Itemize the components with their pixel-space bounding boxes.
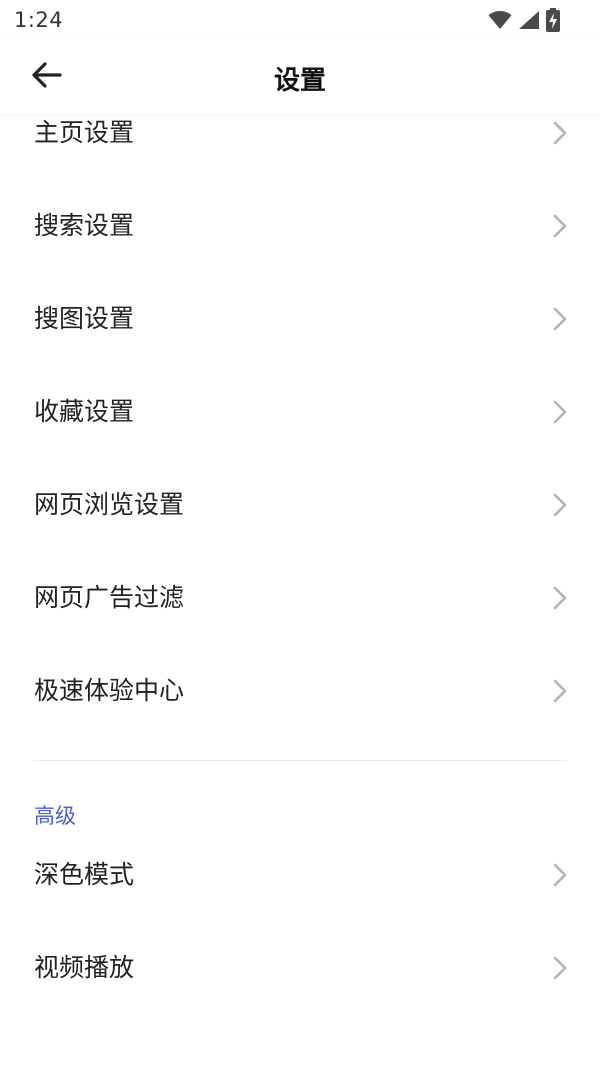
settings-item-label: 搜索设置 xyxy=(34,211,135,240)
chevron-right-icon xyxy=(553,863,567,887)
section-header-advanced: 高级 xyxy=(0,761,600,828)
chevron-right-icon xyxy=(553,493,567,517)
settings-item-label: 视频播放 xyxy=(34,953,135,982)
chevron-right-icon xyxy=(553,214,567,238)
settings-item-search[interactable]: 搜索设置 xyxy=(0,180,600,273)
settings-item-label: 收藏设置 xyxy=(34,397,135,426)
chevron-right-icon xyxy=(553,400,567,424)
settings-item-favorites[interactable]: 收藏设置 xyxy=(0,366,600,459)
status-time: 1:24 xyxy=(14,8,64,32)
settings-item-dark-mode[interactable]: 深色模式 xyxy=(0,823,600,916)
settings-item-browsing[interactable]: 网页浏览设置 xyxy=(0,459,600,552)
settings-list: 主页设置 搜索设置 搜图设置 收藏设置 网页浏览设置 网页广告过滤 极速体验中心… xyxy=(0,87,600,1009)
settings-item-image-search[interactable]: 搜图设置 xyxy=(0,273,600,366)
settings-item-label: 深色模式 xyxy=(34,860,135,889)
settings-item-label: 搜图设置 xyxy=(34,304,135,333)
chevron-right-icon xyxy=(553,679,567,703)
settings-item-video-playback[interactable]: 视频播放 xyxy=(0,916,600,1009)
signal-icon xyxy=(518,10,540,30)
chevron-right-icon xyxy=(553,586,567,610)
battery-charging-icon xyxy=(546,8,560,32)
settings-item-label: 极速体验中心 xyxy=(34,676,185,705)
wifi-icon xyxy=(488,10,512,30)
app-bar: 设置 xyxy=(0,40,600,114)
page-title: 设置 xyxy=(273,66,326,96)
chevron-right-icon xyxy=(553,956,567,980)
chevron-right-icon xyxy=(553,121,567,145)
settings-item-label: 网页浏览设置 xyxy=(34,490,185,519)
settings-item-ad-filter[interactable]: 网页广告过滤 xyxy=(0,552,600,645)
chevron-right-icon xyxy=(553,307,567,331)
status-icons xyxy=(488,8,560,32)
settings-item-label: 网页广告过滤 xyxy=(34,583,185,612)
status-bar: 1:24 xyxy=(0,0,600,40)
settings-item-label: 主页设置 xyxy=(34,118,135,147)
settings-item-speed-center[interactable]: 极速体验中心 xyxy=(0,645,600,738)
